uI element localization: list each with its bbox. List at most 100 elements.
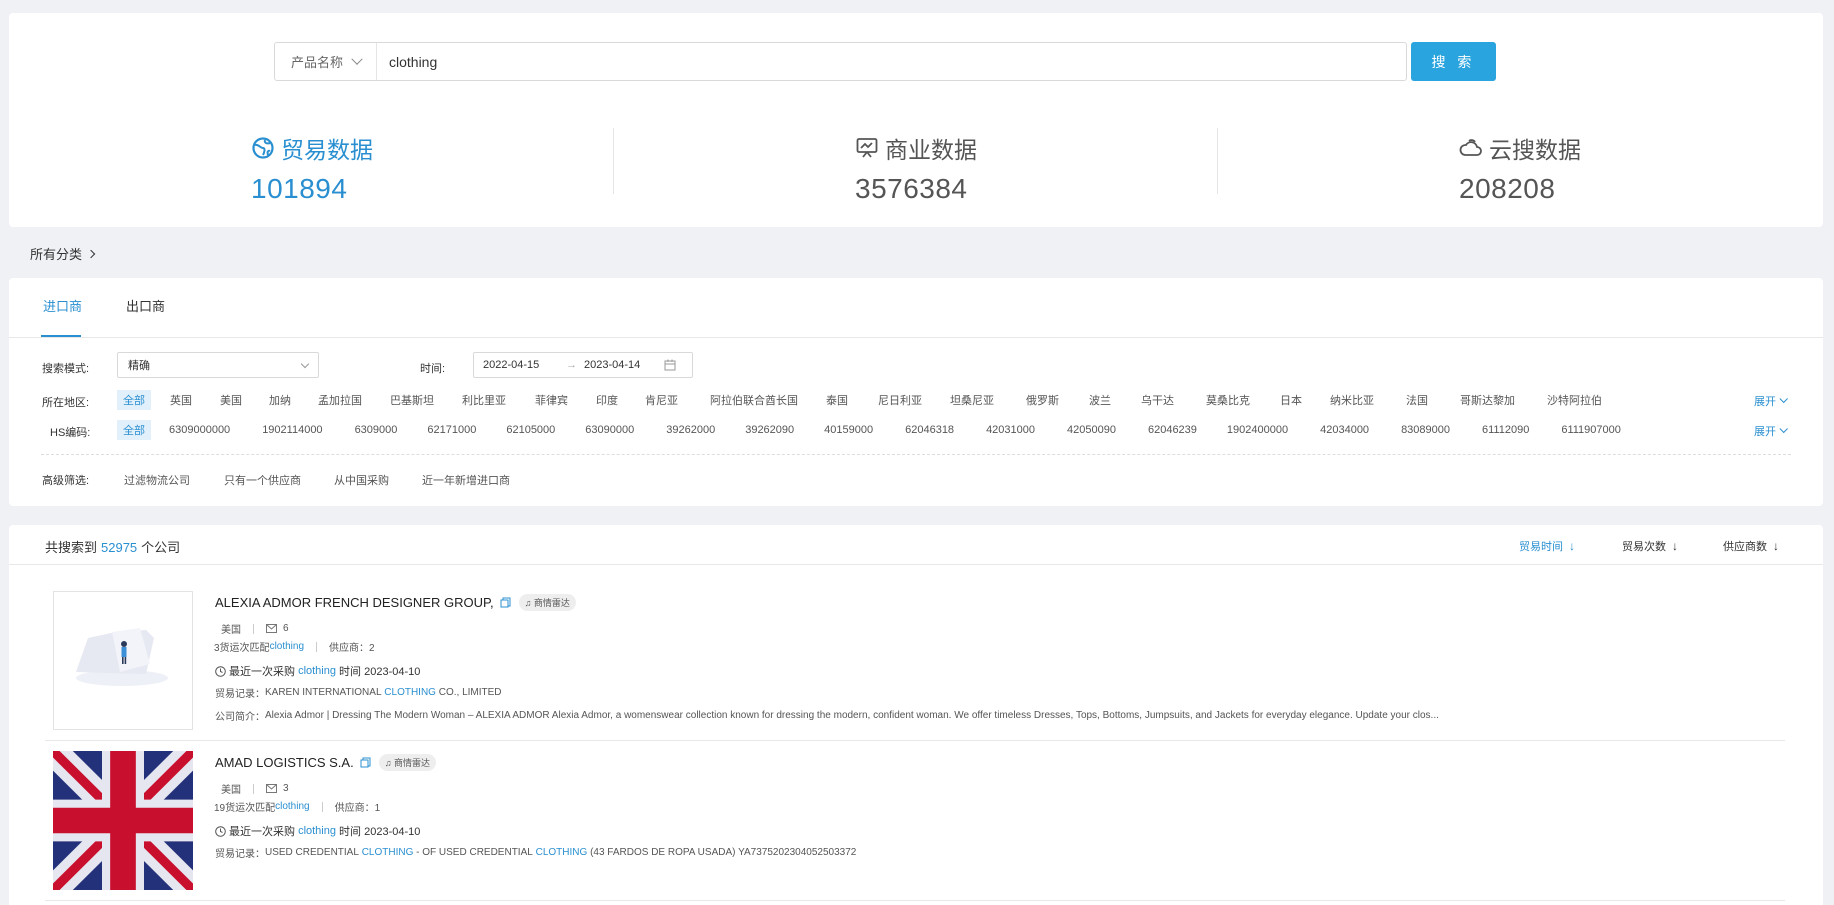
search-type-select[interactable]: 产品名称	[275, 43, 377, 80]
adv-filter-from-china[interactable]: 从中国采购	[334, 472, 389, 488]
hs-chip-13[interactable]: 62046239	[1148, 424, 1197, 436]
clock-icon	[215, 825, 226, 837]
adv-filter-single-supplier[interactable]: 只有一个供应商	[224, 472, 301, 488]
search-box: 产品名称 clothing	[274, 42, 1407, 81]
copy-icon[interactable]	[500, 597, 511, 608]
trade-text: - OF USED CREDENTIAL	[416, 847, 533, 858]
company-name[interactable]: ALEXIA ADMOR FRENCH DESIGNER GROUP, ♫ 商情…	[215, 594, 576, 611]
hs-chip-7[interactable]: 39262000	[666, 424, 715, 436]
region-chip-7[interactable]: 菲律宾	[535, 392, 568, 408]
tab-importers[interactable]: 进口商	[43, 296, 82, 315]
tab-indicator	[41, 335, 81, 337]
region-chip-0[interactable]: 全部	[117, 390, 151, 410]
region-chip-19[interactable]: 纳米比亚	[1330, 392, 1374, 408]
chevron-down-icon	[1779, 394, 1788, 404]
region-chip-8[interactable]: 印度	[596, 392, 618, 408]
adv-filter-new-importers[interactable]: 近一年新增进口商	[422, 472, 510, 488]
hs-chip-3[interactable]: 6309000	[355, 424, 398, 436]
hs-chip-9[interactable]: 40159000	[824, 424, 873, 436]
company-intro: 公司简介： Alexia Admor | Dressing The Modern …	[215, 708, 1439, 723]
region-chip-10[interactable]: 阿拉伯联合酋长国	[710, 392, 798, 408]
hs-chip-17[interactable]: 61112090	[1482, 424, 1529, 436]
company-meta: 美国 6	[221, 621, 289, 636]
stat-trade[interactable]: 贸易数据 101894	[251, 131, 373, 205]
stat-cloud[interactable]: 云搜数据 208208	[1459, 131, 1581, 205]
copy-icon[interactable]	[360, 757, 371, 768]
hs-code-list: 全部 6309000000 1902114000 6309000 62171000 621…	[117, 420, 1621, 440]
region-chip-5[interactable]: 巴基斯坦	[390, 392, 434, 408]
company-logo[interactable]	[53, 591, 193, 730]
sort-supplier-count[interactable]: 供应商数 ↓	[1723, 538, 1779, 554]
email-count[interactable]: 6	[266, 623, 289, 634]
search-button[interactable]: 搜 索	[1411, 42, 1496, 81]
sort-label: 贸易时间	[1519, 541, 1563, 553]
results-panel: 共搜索到 52975 个公司 贸易时间 ↓ 贸易次数 ↓ 供应商数 ↓ ALEXIA AD…	[9, 525, 1823, 905]
hs-chip-1[interactable]: 6309000000	[169, 424, 230, 436]
divider	[45, 740, 1785, 741]
hs-chip-16[interactable]: 83089000	[1401, 424, 1450, 436]
count-suffix: 个公司	[141, 540, 181, 555]
hs-expand-button[interactable]: 展开	[1754, 423, 1788, 439]
email-count[interactable]: 3	[266, 783, 289, 794]
calendar-icon	[664, 359, 676, 371]
region-chip-4[interactable]: 孟加拉国	[318, 392, 362, 408]
region-chip-9[interactable]: 肯尼亚	[645, 392, 678, 408]
chevron-right-icon	[86, 249, 96, 258]
time-label: 时间:	[420, 363, 446, 375]
hs-chip-12[interactable]: 42050090	[1067, 424, 1116, 436]
hs-chip-14[interactable]: 1902400000	[1227, 424, 1288, 436]
stat-label: 商业数据	[885, 137, 977, 163]
radar-tag[interactable]: ♫ 商情雷达	[518, 594, 576, 611]
company-logo[interactable]	[53, 751, 193, 890]
region-chip-13[interactable]: 坦桑尼亚	[950, 392, 994, 408]
region-chip-22[interactable]: 沙特阿拉伯	[1547, 392, 1602, 408]
region-chip-2[interactable]: 美国	[220, 392, 242, 408]
adv-filter-logistics[interactable]: 过滤物流公司	[124, 472, 190, 488]
hs-chip-5[interactable]: 62105000	[506, 424, 555, 436]
company-name[interactable]: AMAD LOGISTICS S.A. ♫ 商情雷达	[215, 754, 436, 771]
region-chip-6[interactable]: 利比里亚	[462, 392, 506, 408]
recent-time: 时间 2023-04-10	[339, 666, 421, 678]
region-expand-button[interactable]: 展开	[1754, 393, 1788, 409]
region-chip-21[interactable]: 哥斯达黎加	[1460, 392, 1515, 408]
region-chip-18[interactable]: 日本	[1280, 392, 1302, 408]
hs-chip-10[interactable]: 62046318	[905, 424, 954, 436]
region-list: 全部 英国 美国 加纳 孟加拉国 巴基斯坦 利比里亚 菲律宾 印度 肯尼亚 阿拉伯联合酋长国 泰国 尼日…	[117, 390, 1602, 410]
hs-chip-15[interactable]: 42034000	[1320, 424, 1369, 436]
region-chip-12[interactable]: 尼日利亚	[878, 392, 922, 408]
region-chip-3[interactable]: 加纳	[269, 392, 291, 408]
count-prefix: 共搜索到	[45, 540, 98, 555]
search-input[interactable]: clothing	[377, 54, 437, 70]
sort-trade-count[interactable]: 贸易次数 ↓	[1622, 538, 1678, 554]
recent-prefix: 最近一次采购	[229, 826, 295, 838]
region-chip-11[interactable]: 泰国	[826, 392, 848, 408]
hs-chip-2[interactable]: 1902114000	[262, 424, 322, 436]
trade-keyword: CLOTHING	[535, 847, 588, 858]
hs-chip-0[interactable]: 全部	[117, 420, 151, 440]
region-chip-20[interactable]: 法国	[1406, 392, 1428, 408]
trade-label: 贸易记录：	[215, 849, 265, 860]
placeholder-illustration-icon	[76, 628, 168, 686]
hs-chip-18[interactable]: 6111907000	[1561, 424, 1621, 436]
hs-chip-11[interactable]: 42031000	[986, 424, 1035, 436]
region-chip-16[interactable]: 乌干达	[1141, 392, 1174, 408]
trade-text: USED CREDENTIAL	[265, 847, 359, 858]
hs-chip-8[interactable]: 39262090	[745, 424, 794, 436]
region-chip-17[interactable]: 莫桑比克	[1206, 392, 1250, 408]
region-chip-15[interactable]: 波兰	[1089, 392, 1111, 408]
region-chip-1[interactable]: 英国	[170, 392, 192, 408]
mode-label: 搜索模式:	[42, 363, 90, 375]
region-chip-14[interactable]: 俄罗斯	[1026, 392, 1059, 408]
sort-trade-time[interactable]: 贸易时间 ↓	[1519, 538, 1575, 554]
breadcrumb[interactable]: 所有分类	[30, 244, 96, 263]
date-range-picker[interactable]: 2022-04-15 → 2023-04-14	[473, 352, 693, 378]
radar-tag[interactable]: ♫ 商情雷达	[378, 754, 436, 771]
match-info: 19货运次匹配 clothing 供应商：1	[214, 799, 380, 814]
mode-select[interactable]: 精确	[117, 352, 319, 378]
hs-chip-4[interactable]: 62171000	[427, 424, 476, 436]
arrow-right-icon: →	[566, 359, 577, 371]
tab-exporters[interactable]: 出口商	[126, 296, 165, 315]
filter-panel: 进口商 出口商 搜索模式: 精确 时间: 2022-04-15 → 2023-0…	[9, 278, 1823, 506]
stat-business[interactable]: 商业数据 3576384	[855, 131, 977, 205]
hs-chip-6[interactable]: 63090000	[585, 424, 634, 436]
